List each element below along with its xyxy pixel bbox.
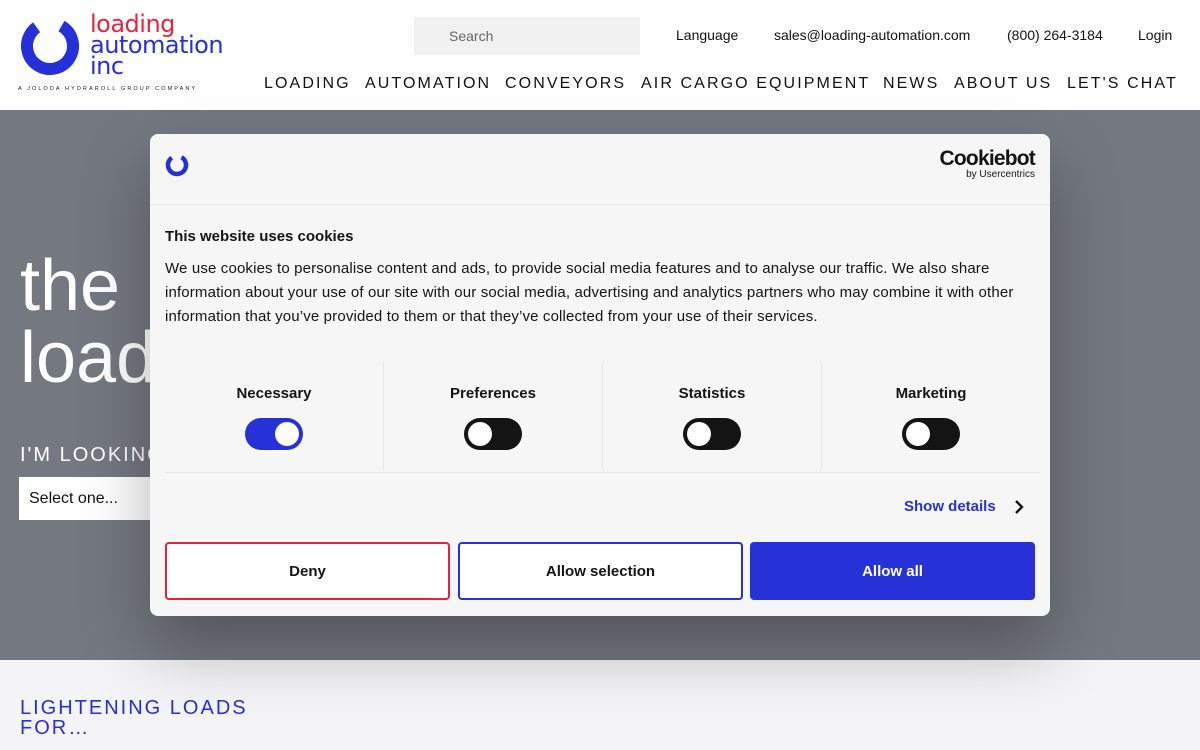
category-label: Marketing xyxy=(895,385,967,402)
category-label: Necessary xyxy=(236,385,312,402)
nav-item-conveyors[interactable]: CONVEYORS xyxy=(505,75,626,93)
cookiebot-brand-sub: by Usercentrics xyxy=(966,169,1035,180)
site-logo[interactable]: loading automation inc A JOLODA HYDRAROL… xyxy=(18,12,224,96)
allow-all-button[interactable]: Allow all xyxy=(750,542,1035,600)
hero-looking-label: I'M LOOKING xyxy=(20,444,165,466)
hero-title: the load xyxy=(20,250,156,394)
site-ring-icon xyxy=(165,153,189,177)
nav-item-about-us[interactable]: ABOUT US xyxy=(954,75,1052,93)
dialog-divider xyxy=(150,204,1050,205)
nav-item-air-cargo-equipment[interactable]: AIR CARGO EQUIPMENT xyxy=(641,75,870,93)
logo-word-inc: inc xyxy=(90,52,124,80)
toggle-knob xyxy=(468,422,492,446)
phone-link[interactable]: (800) 264-3184 xyxy=(1007,27,1103,43)
nav-item-lets-chat[interactable]: LET'S CHAT xyxy=(1067,75,1178,93)
deny-button[interactable]: Deny xyxy=(165,542,450,600)
category-statistics: Statistics xyxy=(603,362,822,470)
dialog-title: This website uses cookies xyxy=(165,228,354,245)
cookie-consent-dialog: Cookiebot by Usercentrics This website u… xyxy=(150,134,1050,616)
login-link[interactable]: Login xyxy=(1138,27,1172,43)
show-details-link[interactable]: Show details xyxy=(904,498,996,515)
language-link[interactable]: Language xyxy=(676,27,738,43)
toggle-knob xyxy=(275,422,299,446)
hero-title-line2: load xyxy=(20,318,157,398)
necessary-toggle[interactable] xyxy=(245,418,303,450)
logo-wordmark: loading automation inc xyxy=(90,12,224,80)
cookiebot-brand-name: Cookiebot xyxy=(939,147,1036,170)
categories-divider xyxy=(165,472,1040,473)
search-input[interactable] xyxy=(414,17,640,55)
category-necessary: Necessary xyxy=(165,362,384,470)
lightening-loads-section: LIGHTENING LOADS FOR… xyxy=(0,660,1200,750)
email-link[interactable]: sales@loading-automation.com xyxy=(774,27,970,43)
section-heading: LIGHTENING LOADS FOR… xyxy=(20,697,248,739)
preferences-toggle[interactable] xyxy=(464,418,522,450)
dialog-body-text: We use cookies to personalise content an… xyxy=(165,260,1014,325)
consent-categories: Necessary Preferences Statistics Marketi… xyxy=(165,362,1040,470)
chevron-right-icon[interactable] xyxy=(1012,498,1026,516)
toggle-knob xyxy=(906,422,930,446)
toggle-knob xyxy=(687,422,711,446)
nav-item-loading[interactable]: LOADING xyxy=(264,75,351,93)
category-label: Statistics xyxy=(678,385,746,402)
marketing-toggle[interactable] xyxy=(902,418,960,450)
category-label: Preferences xyxy=(450,385,536,402)
allow-selection-button[interactable]: Allow selection xyxy=(458,542,743,600)
category-marketing: Marketing xyxy=(822,362,1040,470)
logo-tagline: A JOLODA HYDRAROLL GROUP COMPANY xyxy=(18,86,198,92)
category-preferences: Preferences xyxy=(384,362,603,470)
statistics-toggle[interactable] xyxy=(683,418,741,450)
cookiebot-logo[interactable]: Cookiebot by Usercentrics xyxy=(939,147,1036,180)
site-header: loading automation inc A JOLODA HYDRAROL… xyxy=(0,0,1200,110)
nav-item-automation[interactable]: AUTOMATION xyxy=(365,75,491,93)
hero-title-line1: the xyxy=(20,246,121,326)
logo-ring-icon xyxy=(21,17,79,75)
nav-item-news[interactable]: NEWS xyxy=(883,75,939,93)
